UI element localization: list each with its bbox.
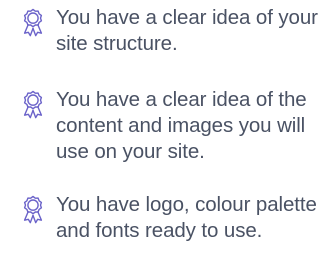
checklist-item: You have logo, colour palette and fonts … [0,192,328,244]
award-ribbon-icon [20,90,46,124]
checklist-item-text: You have logo, colour palette and fonts … [56,193,317,242]
award-ribbon-icon [20,8,46,42]
checklist-item-text: You have a clear idea of the content and… [56,88,307,163]
checklist: You have a clear idea of your site struc… [0,0,328,265]
checklist-item: You have a clear idea of your site struc… [0,5,328,57]
award-ribbon-icon [20,195,46,229]
checklist-item: You have a clear idea of the content and… [0,87,328,165]
checklist-item-text: You have a clear idea of your site struc… [56,6,318,55]
